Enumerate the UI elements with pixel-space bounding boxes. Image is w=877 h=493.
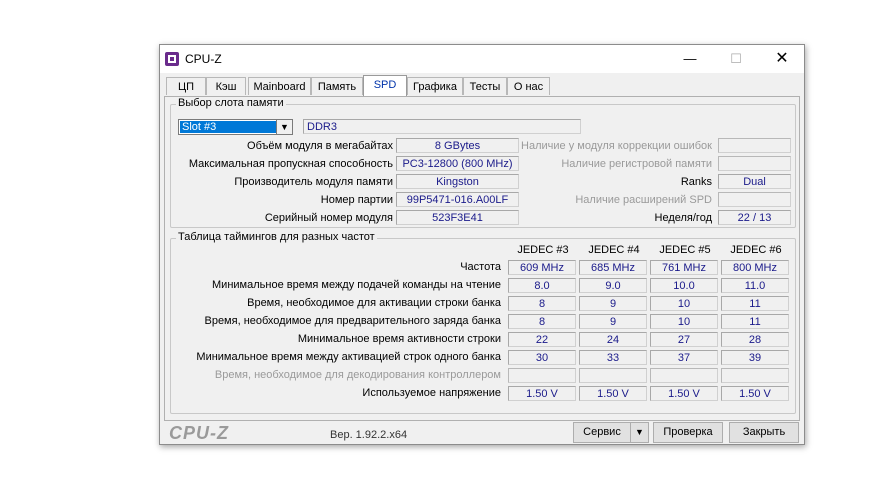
service-dropdown-arrow[interactable]: ▼ xyxy=(630,422,649,443)
tab-mainboard[interactable]: Mainboard xyxy=(248,77,311,95)
timing-cell: 11 xyxy=(721,314,789,329)
slot-select[interactable]: Slot #3 ▼ xyxy=(178,119,293,135)
timing-cell: 609 MHz xyxy=(508,260,576,275)
cpuz-logo: CPU-Z xyxy=(169,423,229,443)
timing-row-label: Время, необходимое для активации строки … xyxy=(247,297,501,309)
timing-cell: 761 MHz xyxy=(650,260,718,275)
module-size-label: Объём модуля в мегабайтах xyxy=(247,140,393,152)
serial-number-label: Серийный номер модуля xyxy=(264,212,393,224)
tab-graphics[interactable]: Графика xyxy=(407,77,463,95)
timing-row-label: Частота xyxy=(460,261,501,273)
timing-cell: 685 MHz xyxy=(579,260,647,275)
timing-cell: 8.0 xyxy=(508,278,576,293)
timing-cell: 10.0 xyxy=(650,278,718,293)
timing-cell xyxy=(721,368,789,383)
week-year-value: 22 / 13 xyxy=(718,210,791,225)
title-bar[interactable]: CPU-Z — ☐ ✕ xyxy=(160,45,804,73)
timing-cell: 1.50 V xyxy=(650,386,718,401)
tab-memory[interactable]: Память xyxy=(311,77,363,95)
manufacturer-value: Kingston xyxy=(396,174,519,189)
window-title: CPU-Z xyxy=(185,52,222,66)
ranks-label: Ranks xyxy=(680,176,712,188)
col-jedec3: JEDEC #3 xyxy=(517,244,569,256)
timing-cell: 1.50 V xyxy=(579,386,647,401)
timing-cell: 33 xyxy=(579,350,647,365)
timing-cell xyxy=(579,368,647,383)
validate-button[interactable]: Проверка xyxy=(653,422,723,443)
cpuz-window: CPU-Z — ☐ ✕ ЦП Кэш Mainboard Память SPD … xyxy=(159,44,805,445)
tab-about[interactable]: О нас xyxy=(507,77,550,95)
serial-number-value: 523F3E41 xyxy=(396,210,519,225)
registered-label: Наличие регистровой памяти xyxy=(561,158,712,170)
timing-row-label: Время, необходимое для предварительного … xyxy=(204,315,501,327)
spd-ext-value xyxy=(718,192,791,207)
timing-cell: 1.50 V xyxy=(508,386,576,401)
timing-cell: 8 xyxy=(508,296,576,311)
ecc-label: Наличие у модуля коррекции ошибок xyxy=(521,140,712,152)
timing-row-label: Время, необходимое для декодирования кон… xyxy=(214,369,501,381)
timing-cell xyxy=(508,368,576,383)
version-label: Вер. 1.92.2.x64 xyxy=(330,429,408,441)
timing-cell: 800 MHz xyxy=(721,260,789,275)
timing-cell: 8 xyxy=(508,314,576,329)
registered-value xyxy=(718,156,791,171)
module-size-value: 8 GBytes xyxy=(396,138,519,153)
timing-cell: 10 xyxy=(650,296,718,311)
timing-cell: 9 xyxy=(579,314,647,329)
timing-cell: 9.0 xyxy=(579,278,647,293)
timing-cell: 27 xyxy=(650,332,718,347)
timings-group-legend: Таблица таймингов для разных частот xyxy=(176,231,377,243)
memory-type-value: DDR3 xyxy=(303,119,581,134)
slot-group-legend: Выбор слота памяти xyxy=(176,97,286,109)
timing-cell: 11 xyxy=(721,296,789,311)
week-year-label: Неделя/год xyxy=(654,212,713,224)
timing-cell: 30 xyxy=(508,350,576,365)
col-jedec5: JEDEC #5 xyxy=(659,244,711,256)
tab-bench[interactable]: Тесты xyxy=(463,77,507,95)
tab-cache[interactable]: Кэш xyxy=(206,77,246,95)
chevron-down-icon[interactable]: ▼ xyxy=(276,120,292,134)
timing-cell: 39 xyxy=(721,350,789,365)
max-bandwidth-label: Максимальная пропускная способность xyxy=(188,158,393,170)
timing-cell: 1.50 V xyxy=(721,386,789,401)
timing-row-label: Минимальное время между активацией строк… xyxy=(196,351,501,363)
timing-cell: 10 xyxy=(650,314,718,329)
minimize-button[interactable]: — xyxy=(667,45,713,73)
timing-row-label: Минимальное время между подачей команды … xyxy=(212,279,501,291)
timing-cell: 22 xyxy=(508,332,576,347)
ranks-value: Dual xyxy=(718,174,791,189)
service-button[interactable]: Сервис xyxy=(573,422,631,443)
col-jedec4: JEDEC #4 xyxy=(588,244,640,256)
manufacturer-label: Производитель модуля памяти xyxy=(234,176,393,188)
tab-cpu[interactable]: ЦП xyxy=(166,77,206,95)
timing-cell: 24 xyxy=(579,332,647,347)
timing-cell: 37 xyxy=(650,350,718,365)
ecc-value xyxy=(718,138,791,153)
timing-cell xyxy=(650,368,718,383)
part-number-value: 99P5471-016.A00LF xyxy=(396,192,519,207)
tab-spd[interactable]: SPD xyxy=(363,75,407,96)
maximize-button[interactable]: ☐ xyxy=(713,45,759,73)
timing-row-label: Минимальное время активности строки xyxy=(297,333,501,345)
close-button[interactable]: Закрыть xyxy=(729,422,799,443)
timing-row-label: Используемое напряжение xyxy=(362,387,501,399)
timing-cell: 11.0 xyxy=(721,278,789,293)
spd-panel: Выбор слота памяти Slot #3 ▼ DDR3 Объём … xyxy=(164,96,800,421)
timing-cell: 28 xyxy=(721,332,789,347)
timing-cell: 9 xyxy=(579,296,647,311)
spd-ext-label: Наличие расширений SPD xyxy=(575,194,712,206)
part-number-label: Номер партии xyxy=(320,194,393,206)
col-jedec6: JEDEC #6 xyxy=(730,244,782,256)
slot-select-value: Slot #3 xyxy=(180,121,278,133)
close-window-button[interactable]: ✕ xyxy=(759,45,805,73)
max-bandwidth-value: PC3-12800 (800 MHz) xyxy=(396,156,519,171)
cpuz-app-icon xyxy=(165,52,179,66)
